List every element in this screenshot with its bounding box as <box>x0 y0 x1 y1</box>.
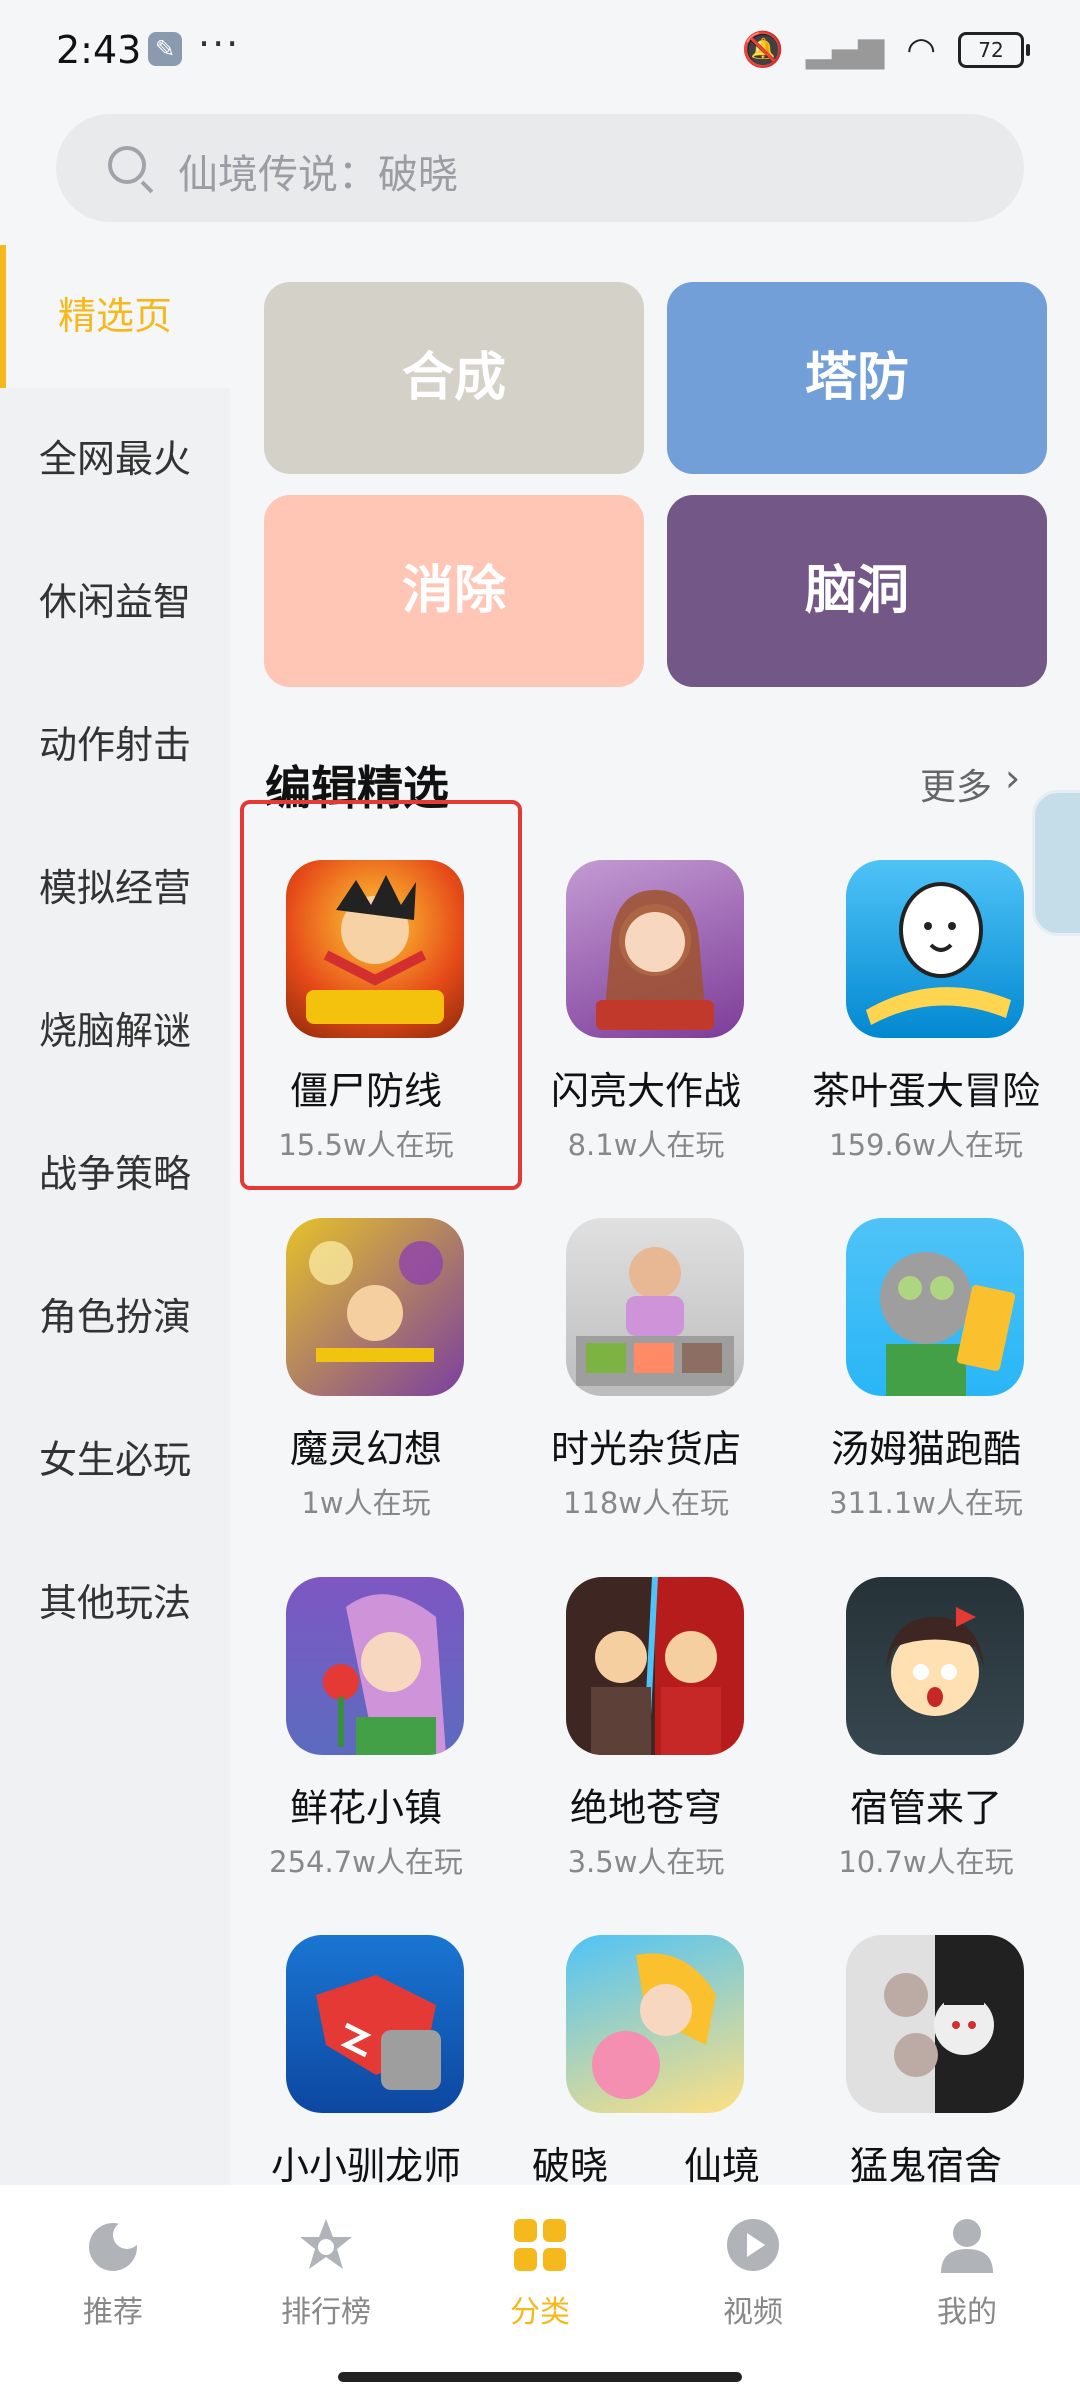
bottom-tab-bar: 推荐 排行榜 分类 视频 我的 <box>0 2185 1080 2400</box>
category-tile-tower-defense[interactable]: 塔防 <box>667 282 1047 474</box>
game-name: 汤姆猫跑酷 <box>830 1427 1021 1471</box>
game-players: 10.7w人在玩 <box>838 1845 1014 1879</box>
signal-icon: ▂▄▆ <box>805 30 885 70</box>
mute-icon: 🔕 <box>741 30 784 70</box>
sidebar-item-casual[interactable]: 休闲益智 <box>0 531 230 674</box>
category-tile-merge[interactable]: 合成 <box>264 282 644 474</box>
game-name: 茶叶蛋大冒险 <box>811 1069 1040 1113</box>
moon-planet-icon <box>83 2215 143 2275</box>
home-indicator[interactable] <box>338 2372 742 2382</box>
category-tile-match[interactable]: 消除 <box>264 495 644 687</box>
game-name: 鲜花小镇 <box>289 1786 442 1830</box>
sidebar-item-label: 模拟经营 <box>38 866 191 910</box>
game-card[interactable]: 魔灵幻想 1w人在玩 <box>236 1218 496 1538</box>
play-icon <box>723 2215 783 2275</box>
search-icon <box>108 146 146 184</box>
game-players: 159.6w人在玩 <box>829 1128 1023 1162</box>
game-name: 破晓 仙境 <box>531 2144 760 2188</box>
status-bar: 2:43 ✎ ··· 🔕 ▂▄▆ ◠ 72 <box>0 0 1080 105</box>
game-icon-dragon-tamer <box>286 1935 464 2113</box>
game-icon-ghost-dorm <box>846 1935 1024 2113</box>
game-card[interactable]: 茶叶蛋大冒险 159.6w人在玩 <box>796 860 1056 1180</box>
sidebar-item-featured[interactable]: 精选页 <box>0 245 230 388</box>
sidebar-item-other[interactable]: 其他玩法 <box>0 1532 230 1675</box>
game-name: 闪亮大作战 <box>550 1069 741 1113</box>
sidebar-item-label: 全网最火 <box>38 437 191 481</box>
game-name: 时光杂货店 <box>550 1427 741 1471</box>
tab-label: 排行榜 <box>281 2295 371 2330</box>
game-icon-jedi-sky <box>566 1577 744 1755</box>
user-icon <box>937 2215 997 2275</box>
sidebar-item-label: 角色扮演 <box>38 1295 191 1339</box>
game-name: 小小驯龙师 <box>270 2144 461 2188</box>
search-bar[interactable]: 仙境传说：破晓 <box>56 114 1024 222</box>
sidebar-item-label: 女生必玩 <box>38 1438 191 1482</box>
category-tile-brain[interactable]: 脑洞 <box>667 495 1047 687</box>
active-indicator <box>0 245 6 388</box>
game-players: 1w人在玩 <box>301 1486 431 1520</box>
sidebar-item-label: 精选页 <box>57 294 172 338</box>
sidebar-item-label: 战争策略 <box>38 1152 191 1196</box>
game-players: 3.5w人在玩 <box>567 1845 725 1879</box>
tab-label: 分类 <box>510 2295 570 2330</box>
game-players: 254.7w人在玩 <box>269 1845 463 1879</box>
tab-label: 视频 <box>723 2295 783 2330</box>
game-card[interactable]: 闪亮大作战 8.1w人在玩 <box>516 860 776 1180</box>
game-players: 118w人在玩 <box>562 1486 730 1520</box>
game-card[interactable]: 绝地苍穹 3.5w人在玩 <box>516 1577 776 1897</box>
battery-icon: 72 <box>958 32 1030 68</box>
game-name: 魔灵幻想 <box>289 1427 442 1471</box>
tab-ranking[interactable]: 排行榜 <box>256 2215 396 2331</box>
game-icon-tea-egg <box>846 860 1024 1038</box>
tab-recommend[interactable]: 推荐 <box>43 2215 183 2331</box>
game-players: 8.1w人在玩 <box>567 1128 725 1162</box>
game-icon-shining-battle <box>566 860 744 1038</box>
sidebar-item-strategy[interactable]: 战争策略 <box>0 1103 230 1246</box>
sidebar-item-puzzle[interactable]: 烧脑解谜 <box>0 960 230 1103</box>
selection-highlight <box>240 800 522 1190</box>
game-icon-dorm-manager <box>846 1577 1024 1755</box>
sidebar-item-label: 动作射击 <box>38 723 191 767</box>
game-name: 猛鬼宿舍 <box>849 2144 1002 2188</box>
game-card[interactable]: 时光杂货店 118w人在玩 <box>516 1218 776 1538</box>
chevron-right-icon[interactable]: › <box>1005 756 1020 800</box>
game-icon-ragnarok-dawn <box>566 1935 744 2113</box>
sidebar-item-action[interactable]: 动作射击 <box>0 674 230 817</box>
sidebar-item-rpg[interactable]: 角色扮演 <box>0 1246 230 1389</box>
game-icon-flower-town <box>286 1577 464 1755</box>
more-link[interactable]: 更多 <box>920 758 992 810</box>
game-icon-tom-cat-run <box>846 1218 1024 1396</box>
tab-category[interactable]: 分类 <box>470 2215 610 2331</box>
game-card[interactable]: 汤姆猫跑酷 311.1w人在玩 <box>796 1218 1056 1538</box>
star-badge-icon <box>296 2215 356 2275</box>
game-name: 宿管来了 <box>849 1786 1002 1830</box>
tab-video[interactable]: 视频 <box>683 2215 823 2331</box>
game-name: 绝地苍穹 <box>569 1786 722 1830</box>
more-dots-icon: ··· <box>198 22 241 66</box>
sidebar-item-label: 其他玩法 <box>38 1581 191 1625</box>
game-players: 311.1w人在玩 <box>829 1486 1023 1520</box>
grid-icon <box>510 2215 570 2275</box>
sidebar-item-hottest[interactable]: 全网最火 <box>0 388 230 531</box>
game-card[interactable]: 鲜花小镇 254.7w人在玩 <box>236 1577 496 1897</box>
sidebar-item-label: 烧脑解谜 <box>38 1009 191 1053</box>
sidebar-item-label: 休闲益智 <box>38 580 191 624</box>
sidebar-item-girls[interactable]: 女生必玩 <box>0 1389 230 1532</box>
tab-profile[interactable]: 我的 <box>897 2215 1037 2331</box>
search-placeholder: 仙境传说：破晓 <box>178 152 458 198</box>
status-time: 2:43 <box>56 28 142 72</box>
game-icon-grocery-store <box>566 1218 744 1396</box>
sidebar-item-simulation[interactable]: 模拟经营 <box>0 817 230 960</box>
game-icon-demon-fantasy <box>286 1218 464 1396</box>
tab-label: 推荐 <box>83 2295 143 2330</box>
wifi-icon: ◠ <box>906 30 936 70</box>
game-card[interactable]: 宿管来了 10.7w人在玩 <box>796 1577 1056 1897</box>
tab-label: 我的 <box>937 2295 997 2330</box>
wrench-icon: ✎ <box>148 32 182 66</box>
category-sidebar: 精选页 全网最火 休闲益智 动作射击 模拟经营 烧脑解谜 战争策略 角色扮演 女… <box>0 245 230 2185</box>
